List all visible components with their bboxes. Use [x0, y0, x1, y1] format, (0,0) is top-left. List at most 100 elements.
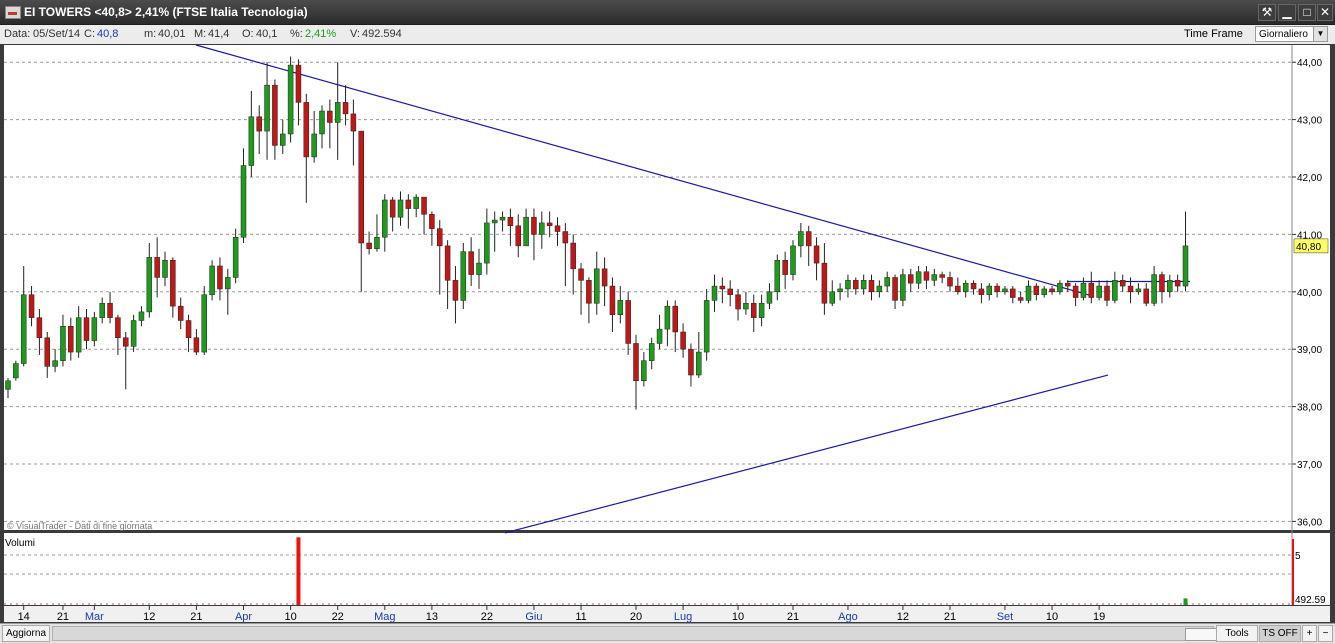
candle[interactable] [523, 216, 529, 247]
candle[interactable] [130, 320, 137, 347]
candle[interactable] [1159, 274, 1165, 293]
candle[interactable] [900, 274, 906, 301]
candle[interactable] [696, 351, 702, 376]
candle[interactable] [1096, 285, 1102, 298]
candle[interactable] [1033, 285, 1040, 295]
candle[interactable] [994, 285, 1000, 293]
candle[interactable] [947, 277, 953, 287]
candle[interactable] [44, 337, 50, 367]
time-frame-select[interactable]: Giornaliero ▼ [1255, 26, 1328, 42]
candle[interactable] [790, 245, 796, 275]
candle[interactable] [413, 196, 419, 209]
candle[interactable] [1167, 280, 1173, 293]
candle[interactable] [751, 303, 757, 318]
candle[interactable] [240, 165, 247, 238]
candle[interactable] [531, 216, 537, 235]
candle[interactable] [1041, 288, 1047, 295]
candle[interactable] [334, 102, 341, 123]
candle[interactable] [429, 214, 435, 229]
candle[interactable] [5, 380, 11, 390]
candle[interactable] [264, 84, 270, 132]
candle[interactable] [703, 300, 710, 353]
candle[interactable] [955, 285, 961, 293]
candle[interactable] [342, 102, 349, 115]
candle[interactable] [1057, 282, 1063, 293]
candle[interactable] [382, 199, 388, 238]
candle[interactable] [1127, 285, 1134, 293]
candle[interactable] [52, 360, 58, 367]
candle[interactable] [358, 130, 364, 244]
candle[interactable] [1025, 285, 1032, 301]
candle[interactable] [295, 64, 302, 103]
candle[interactable] [805, 231, 812, 247]
candle[interactable] [798, 231, 804, 247]
candle[interactable] [641, 360, 647, 382]
candle[interactable] [931, 274, 938, 281]
candle[interactable] [1065, 282, 1071, 287]
candle[interactable] [280, 133, 286, 146]
candle[interactable] [287, 64, 294, 135]
candle[interactable] [123, 337, 129, 347]
candle[interactable] [83, 317, 90, 341]
candle[interactable] [1072, 285, 1079, 298]
candle[interactable] [217, 265, 223, 290]
candle[interactable] [437, 228, 443, 247]
candle[interactable] [507, 216, 514, 227]
candle[interactable] [546, 222, 553, 227]
candle[interactable] [719, 285, 726, 290]
candle[interactable] [115, 317, 121, 338]
candle[interactable] [476, 262, 482, 275]
candle[interactable] [688, 348, 694, 376]
candle[interactable] [319, 110, 325, 135]
tools-button[interactable]: Tools [1216, 625, 1258, 642]
candle[interactable] [91, 317, 98, 341]
candle[interactable] [570, 242, 576, 270]
candle[interactable] [177, 305, 184, 321]
candle[interactable] [868, 280, 875, 293]
candle[interactable] [633, 343, 639, 382]
candle[interactable] [601, 268, 608, 287]
candle[interactable] [837, 288, 843, 293]
candle[interactable] [99, 303, 105, 318]
candle[interactable] [397, 199, 404, 218]
minimize-button[interactable]: ▁ [1278, 4, 1296, 21]
candle[interactable] [350, 113, 357, 132]
candle[interactable] [962, 282, 969, 293]
candle[interactable] [978, 288, 985, 295]
candle[interactable] [884, 277, 890, 287]
candle[interactable] [774, 259, 781, 293]
volume-bar[interactable] [296, 537, 301, 605]
candle[interactable] [1049, 288, 1055, 293]
candle[interactable] [185, 320, 192, 338]
candle[interactable] [892, 277, 898, 301]
candle[interactable] [1002, 288, 1008, 293]
candle[interactable] [562, 231, 569, 244]
candle[interactable] [586, 280, 592, 304]
candle[interactable] [138, 311, 145, 321]
candle[interactable] [421, 196, 427, 215]
candle[interactable] [853, 280, 859, 290]
candle[interactable] [986, 285, 992, 295]
candle[interactable] [1182, 245, 1189, 287]
candle[interactable] [1119, 280, 1126, 287]
candle[interactable] [405, 199, 412, 209]
candle[interactable] [68, 325, 74, 353]
candle[interactable] [1088, 282, 1095, 298]
candle[interactable] [625, 300, 631, 344]
candle[interactable] [389, 199, 396, 218]
candle[interactable] [656, 328, 663, 344]
candle[interactable] [75, 317, 82, 353]
ts-off-button[interactable]: TS OFF [1259, 625, 1301, 642]
candle[interactable] [672, 305, 678, 333]
candle[interactable] [484, 222, 490, 264]
candle[interactable] [1112, 280, 1118, 301]
tools-icon[interactable]: ⚒ [1258, 4, 1276, 21]
candle[interactable] [609, 285, 616, 316]
candle[interactable] [256, 116, 262, 132]
candle[interactable] [758, 303, 765, 318]
candle[interactable] [491, 219, 498, 224]
candle[interactable] [303, 102, 310, 158]
candle[interactable] [594, 268, 600, 304]
candle[interactable] [201, 294, 207, 353]
candle[interactable] [923, 271, 930, 281]
